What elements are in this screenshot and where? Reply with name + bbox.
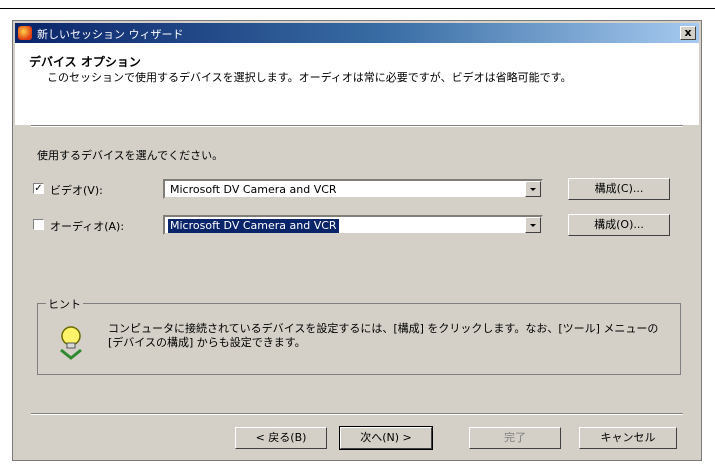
close-button[interactable]: x <box>680 26 696 40</box>
chevron-down-icon[interactable] <box>525 181 541 197</box>
audio-device-select[interactable]: Microsoft DV Camera and VCR <box>163 215 543 235</box>
audio-configure-button[interactable]: 構成(O)... <box>568 214 670 236</box>
back-button[interactable]: < 戻る(B) <box>235 427 327 449</box>
video-device-select[interactable]: Microsoft DV Camera and VCR <box>163 179 543 199</box>
hint-text: コンピュータに接続されているデバイスを設定するには、[構成] をクリックします。… <box>108 322 659 349</box>
video-device-value: Microsoft DV Camera and VCR <box>170 183 337 196</box>
next-button[interactable]: 次へ(N) > <box>339 426 433 450</box>
device-prompt: 使用するデバイスを選んでください。 <box>37 149 224 162</box>
video-label: ビデオ(V): <box>50 184 103 197</box>
page-description: このセッションで使用するデバイスを選択します。オーディオは常に必要ですが、ビデオ… <box>47 71 572 84</box>
page-title: デバイス オプション <box>29 55 141 69</box>
video-configure-button[interactable]: 構成(C)... <box>568 178 670 200</box>
window-title: 新しいセッション ウィザード <box>37 28 184 41</box>
footer-divider <box>31 413 683 415</box>
wizard-header: デバイス オプション このセッションで使用するデバイスを選択します。オーディオは… <box>15 43 699 125</box>
hint-legend: ヒント <box>46 296 83 312</box>
cancel-button[interactable]: キャンセル <box>579 427 677 449</box>
video-checkbox[interactable]: ✓ <box>33 183 44 194</box>
header-divider <box>31 125 683 127</box>
finish-button[interactable]: 完了 <box>469 427 561 449</box>
audio-device-value: Microsoft DV Camera and VCR <box>168 219 339 233</box>
chevron-down-icon[interactable] <box>525 217 541 233</box>
hint-group: ヒント コンピュータに接続されているデバイスを設定するには、[構成] をクリック… <box>37 296 681 375</box>
lightbulb-icon <box>60 326 82 360</box>
top-rule <box>0 8 715 9</box>
title-bar[interactable]: 新しいセッション ウィザード x <box>15 23 699 43</box>
audio-label: オーディオ(A): <box>50 220 125 233</box>
app-icon <box>18 26 32 40</box>
audio-checkbox[interactable] <box>33 219 44 230</box>
wizard-dialog: 新しいセッション ウィザード x デバイス オプション このセッションで使用する… <box>12 20 702 461</box>
